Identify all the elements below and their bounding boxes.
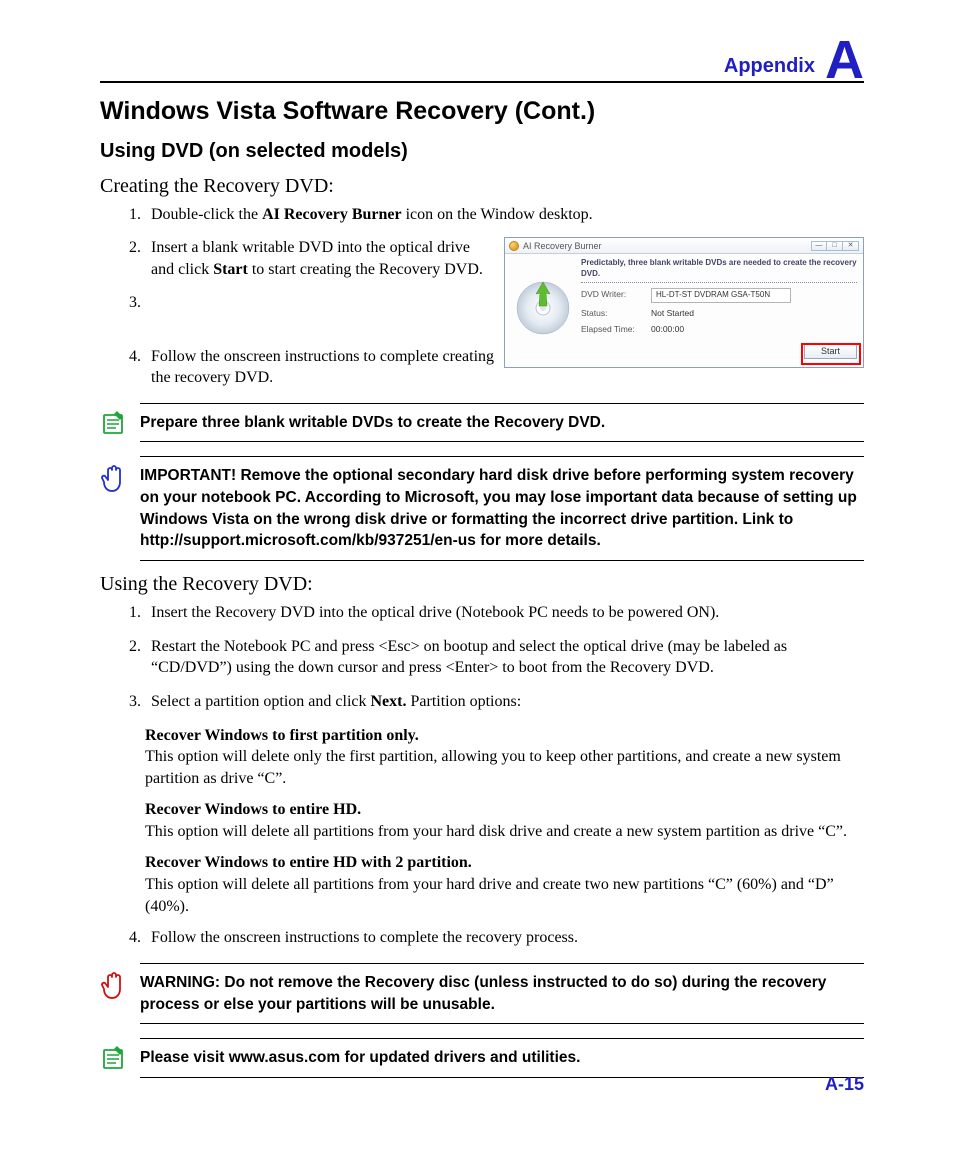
window-controls: — □ ✕ — [811, 241, 859, 251]
window-title: AI Recovery Burner — [523, 240, 602, 252]
page-title: Windows Vista Software Recovery (Cont.) — [100, 97, 864, 126]
minimize-button[interactable]: — — [811, 241, 827, 251]
ai-recovery-burner-window: AI Recovery Burner — □ ✕ — [504, 237, 864, 367]
step-3: Follow the onscreen instructions to comp… — [145, 346, 515, 389]
important-callout: IMPORTANT! Remove the optional secondary… — [100, 456, 864, 561]
creating-steps: Double-click the AI Recovery Burner icon… — [100, 204, 864, 389]
note-text-1: Prepare three blank writable DVDs to cre… — [140, 403, 864, 443]
warning-text: WARNING: Do not remove the Recovery disc… — [140, 963, 864, 1024]
window-titlebar: AI Recovery Burner — □ ✕ — [505, 238, 863, 254]
use-step-4: Follow the onscreen instructions to comp… — [145, 927, 864, 949]
page-header: Appendix A — [100, 30, 864, 83]
option-2: Recover Windows to entire HD. This optio… — [145, 799, 864, 842]
writer-value[interactable]: HL-DT-ST DVDRAM GSA-T50N — [651, 288, 791, 303]
elapsed-label: Elapsed Time: — [581, 324, 651, 335]
step-3-inline: 3 — [145, 292, 478, 314]
section-title: Using DVD (on selected models) — [100, 140, 864, 163]
important-text: IMPORTANT! Remove the optional secondary… — [140, 456, 864, 561]
subsection-creating: Creating the Recovery DVD: — [100, 175, 864, 198]
maximize-button[interactable]: □ — [827, 241, 843, 251]
start-button[interactable]: Start — [804, 343, 857, 359]
writer-label: DVD Writer: — [581, 289, 651, 300]
elapsed-value: 00:00:00 — [651, 324, 684, 335]
hand-stop-icon — [100, 462, 128, 496]
status-label: Status: — [581, 308, 651, 319]
note-text-2: Please visit www.asus.com for updated dr… — [140, 1038, 864, 1078]
status-value: Not Started — [651, 308, 694, 319]
using-steps: Insert the Recovery DVD into the optical… — [100, 602, 864, 712]
close-button[interactable]: ✕ — [843, 241, 859, 251]
option-1: Recover Windows to first partition only.… — [145, 725, 864, 790]
appendix-letter: A — [825, 36, 864, 85]
use-step-1: Insert the Recovery DVD into the optical… — [145, 602, 864, 624]
option-3-desc: This option will delete all partitions f… — [145, 876, 834, 915]
disc-icon — [513, 278, 573, 338]
option-1-desc: This option will delete only the first p… — [145, 748, 841, 787]
use-step-3: Select a partition option and click Next… — [145, 691, 864, 713]
note-icon — [100, 1044, 128, 1072]
step-1: Double-click the AI Recovery Burner icon… — [145, 204, 864, 226]
app-instruction: Predictably, three blank writable DVDs a… — [581, 258, 857, 283]
note-callout-2: Please visit www.asus.com for updated dr… — [100, 1038, 864, 1078]
appendix-label: Appendix — [724, 55, 815, 78]
using-steps-cont: Follow the onscreen instructions to comp… — [100, 927, 864, 949]
use-step-2: Restart the Notebook PC and press <Esc> … — [145, 636, 864, 679]
note-callout-1: Prepare three blank writable DVDs to cre… — [100, 403, 864, 443]
option-3-title: Recover Windows to entire HD with 2 part… — [145, 852, 864, 874]
page-number: A-15 — [825, 1074, 864, 1095]
option-2-desc: This option will delete all partitions f… — [145, 823, 847, 840]
app-icon — [509, 241, 519, 251]
hand-warning-icon — [100, 969, 128, 1003]
warning-callout: WARNING: Do not remove the Recovery disc… — [100, 963, 864, 1024]
option-1-title: Recover Windows to first partition only. — [145, 725, 864, 747]
option-3: Recover Windows to entire HD with 2 part… — [145, 852, 864, 917]
option-2-title: Recover Windows to entire HD. — [145, 799, 864, 821]
note-icon — [100, 409, 128, 437]
subsection-using: Using the Recovery DVD: — [100, 573, 864, 596]
